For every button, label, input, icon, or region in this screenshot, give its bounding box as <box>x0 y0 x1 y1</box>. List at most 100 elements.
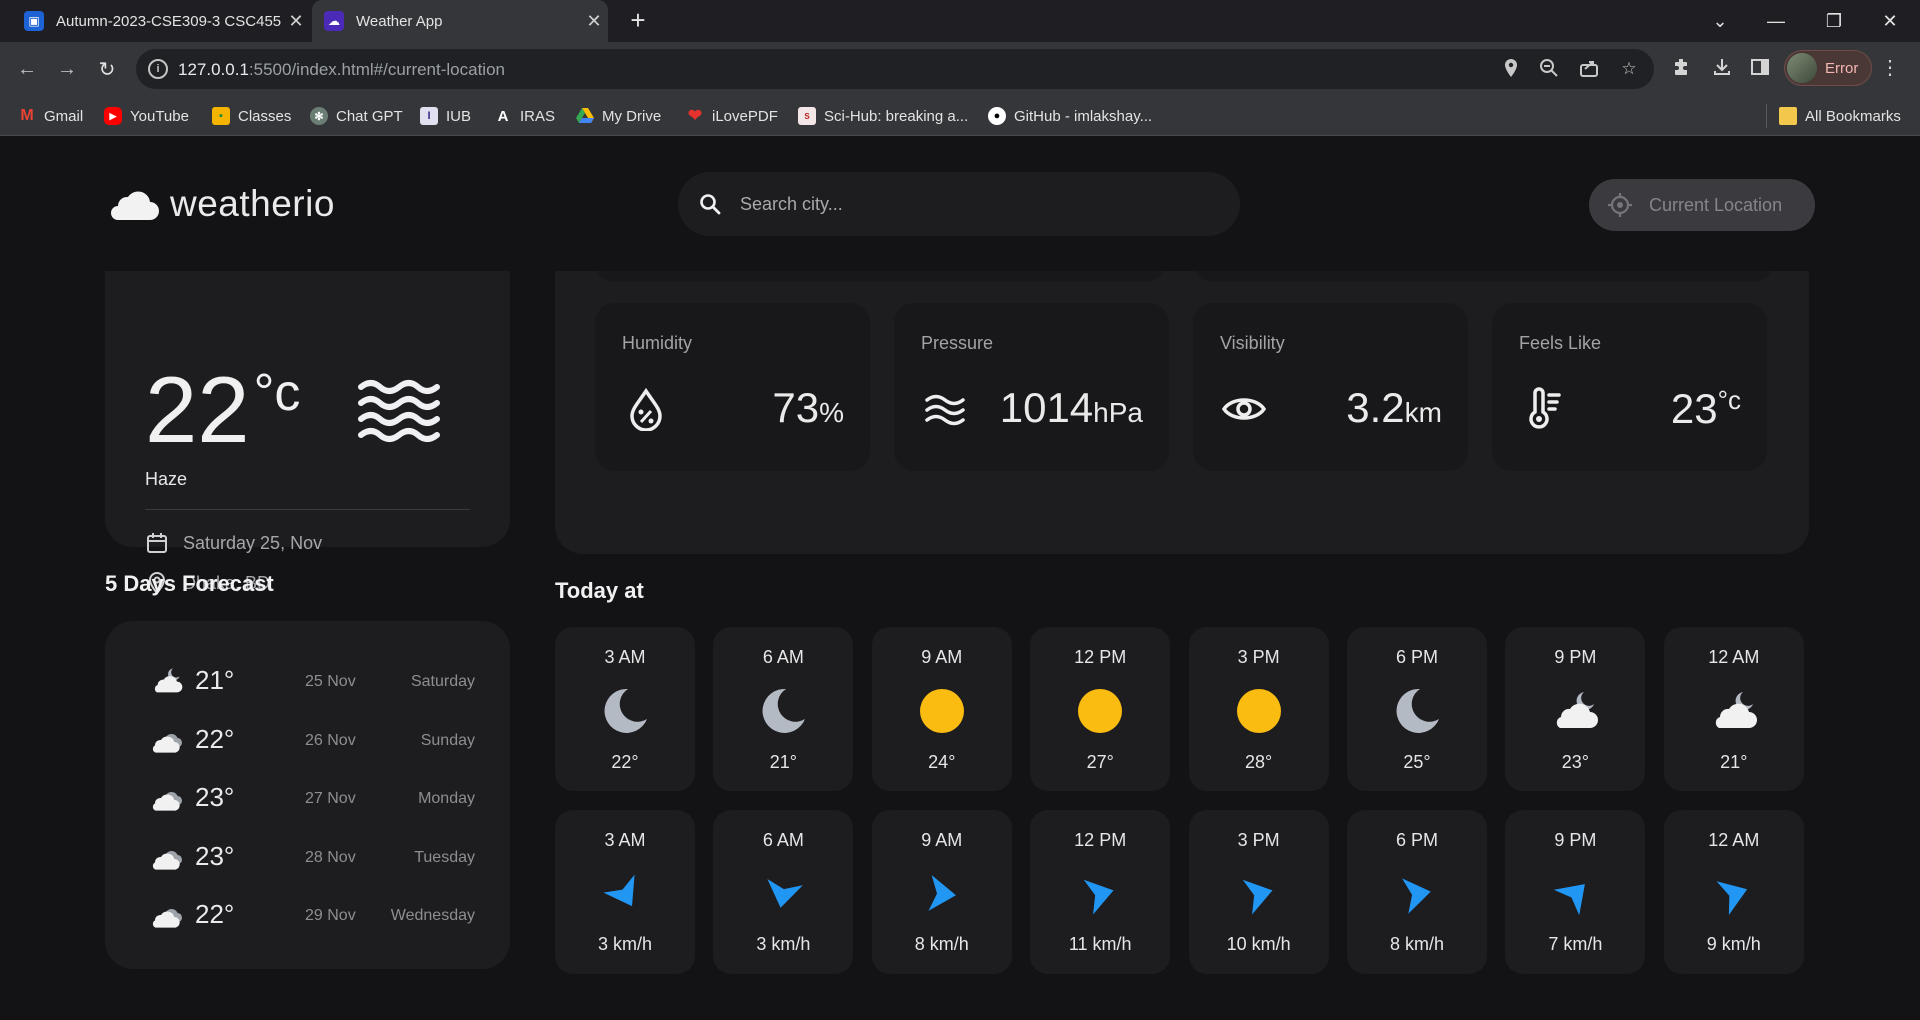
forecast-date: 29 Nov <box>305 907 356 924</box>
search-input[interactable] <box>740 193 1200 215</box>
minimize-button[interactable]: — <box>1756 0 1796 42</box>
wind-speed: 10 km/h <box>1226 934 1291 954</box>
current-location-button[interactable]: Current Location <box>1589 179 1815 231</box>
youtube-icon: ▶ <box>104 107 122 125</box>
location-pin-icon[interactable] <box>1500 58 1522 80</box>
tab-classroom[interactable]: ▣ Autumn-2023-CSE309-3 CSC455 ✕ <box>12 0 310 42</box>
address-bar[interactable]: i 127.0.0.1:5500/index.html#/current-loc… <box>136 49 1654 89</box>
hour-label: 9 AM <box>921 830 963 850</box>
calendar-icon <box>147 533 167 553</box>
hour-label: 9 PM <box>1554 647 1597 667</box>
forecast-weekday: Saturday <box>410 673 475 690</box>
weatherio-favicon-icon: ☁ <box>324 11 344 31</box>
hour-temp: 27° <box>1086 752 1114 772</box>
bookmark-scihub[interactable]: S Sci-Hub: breaking a... <box>798 96 968 136</box>
new-tab-button[interactable]: + <box>624 7 652 35</box>
tab-title: Weather App <box>356 12 443 30</box>
gmail-icon: M <box>20 107 34 124</box>
wind-speed: 8 km/h <box>1389 934 1445 954</box>
bookmark-label: IRAS <box>520 107 556 125</box>
back-button[interactable]: ← <box>12 54 42 84</box>
forecast-date: 27 Nov <box>305 790 356 807</box>
bookmark-youtube[interactable]: ▶ YouTube <box>104 96 189 136</box>
bookmarks-bar: M Gmail ▶ YouTube ▪ Classes ✻ Chat GPT I… <box>0 96 1920 136</box>
crosshair-icon <box>1608 193 1632 217</box>
bookmark-label: iLovePDF <box>712 107 778 125</box>
hourly-wind-card: 3 AM 3 km/h <box>555 810 695 974</box>
app-header: weatherio Current Location <box>0 137 1920 271</box>
bookmark-my-drive[interactable]: My Drive <box>576 96 661 136</box>
forecast-temp: 21° <box>195 665 235 695</box>
browser-menu-icon[interactable]: ⋮ <box>1880 57 1900 79</box>
forecast-date: 25 Nov <box>305 673 356 690</box>
bookmark-iras[interactable]: A IRAS <box>494 96 555 136</box>
card-title: Humidity <box>622 333 693 353</box>
forecast-row: 23° 28 Nov Tuesday <box>145 837 475 877</box>
bookmark-label: Classes <box>238 107 292 125</box>
forecast-date: 28 Nov <box>305 848 356 866</box>
waves-icon <box>925 394 965 426</box>
forecast-row: 23° 27 Nov Monday <box>145 778 475 818</box>
share-icon[interactable] <box>1578 58 1600 80</box>
bookmark-github[interactable]: ● GitHub - imlakshay... <box>988 96 1152 136</box>
hourly-temp-card: 3 PM 28° <box>1188 627 1329 791</box>
visibility-card: Visibility 3.2km <box>1193 303 1468 471</box>
classroom-icon: ▣ <box>24 11 44 31</box>
hourly-temp-card: 3 AM 22° <box>555 627 695 791</box>
hour-label: 3 AM <box>604 647 646 667</box>
tab-search-chevron-icon[interactable]: ⌄ <box>1700 0 1740 42</box>
bookmark-ilovepdf[interactable]: ❤ iLovePDF <box>686 96 778 136</box>
haze-icon <box>358 380 440 442</box>
restore-button[interactable]: ❐ <box>1814 0 1854 42</box>
bookmark-chatgpt[interactable]: ✻ Chat GPT <box>310 96 403 136</box>
hourly-wind-card: 12 AM 9 km/h <box>1663 810 1804 974</box>
bookmark-label: YouTube <box>130 107 189 125</box>
forecast-title: 5 Days Forecast <box>105 571 274 596</box>
search-bar[interactable] <box>678 172 1240 236</box>
hour-temp: 24° <box>928 752 956 772</box>
bookmark-iub[interactable]: I IUB <box>420 96 471 136</box>
profile-button[interactable]: Error <box>1784 50 1872 86</box>
forward-button[interactable]: → <box>52 54 82 84</box>
zoom-icon[interactable] <box>1538 58 1560 80</box>
tab-weather-app[interactable]: ☁ Weather App ✕ <box>312 0 608 42</box>
close-window-button[interactable]: ✕ <box>1870 0 1910 42</box>
bookmark-label: Gmail <box>44 107 84 125</box>
hour-label: 6 PM <box>1395 830 1438 850</box>
hour-label: 6 AM <box>762 830 804 850</box>
url-text[interactable]: 127.0.0.1:5500/index.html#/current-locat… <box>178 60 505 80</box>
iub-icon: I <box>420 107 438 125</box>
wind-speed: 8 km/h <box>914 934 969 954</box>
humidity-value: 73% <box>772 384 844 431</box>
hour-label: 3 AM <box>604 830 646 850</box>
extensions-icon[interactable] <box>1670 57 1694 81</box>
hour-label: 12 AM <box>1708 647 1760 667</box>
bookmark-star-icon[interactable]: ☆ <box>1618 58 1640 80</box>
hour-label: 3 PM <box>1237 647 1280 667</box>
hour-temp: 23° <box>1561 752 1589 772</box>
hourly-wind-card: 12 PM 11 km/h <box>1030 810 1171 974</box>
wind-speed: 9 km/h <box>1706 934 1761 954</box>
site-info-icon[interactable]: i <box>148 59 168 79</box>
forecast-weekday: Sunday <box>420 731 475 749</box>
tab-strip: ▣ Autumn-2023-CSE309-3 CSC455 ✕ ☁ Weathe… <box>0 0 1920 42</box>
bookmark-classes[interactable]: ▪ Classes <box>212 96 291 136</box>
forecast-temp: 22° <box>195 723 235 754</box>
close-tab-icon[interactable]: ✕ <box>580 11 608 32</box>
reload-button[interactable]: ↻ <box>92 54 122 84</box>
side-panel-icon[interactable] <box>1748 57 1772 81</box>
hour-label: 12 PM <box>1074 647 1127 667</box>
card-title: Visibility <box>1220 333 1285 353</box>
close-tab-icon[interactable]: ✕ <box>282 11 310 32</box>
bookmark-gmail[interactable]: M Gmail <box>18 96 83 136</box>
all-bookmarks[interactable]: All Bookmarks <box>1766 104 1901 128</box>
wind-speed: 3 km/h <box>597 934 653 954</box>
bookmark-label: IUB <box>446 107 472 125</box>
current-temperature: 22°c <box>145 357 301 462</box>
hourly-wind-card: 6 PM 8 km/h <box>1347 810 1487 974</box>
download-icon[interactable] <box>1710 57 1734 81</box>
logo[interactable]: weatherio <box>104 183 335 225</box>
forecast-row: 22° 29 Nov Wednesday <box>145 895 475 935</box>
hour-temp: 21° <box>1720 752 1748 772</box>
humidity-icon <box>630 387 662 431</box>
